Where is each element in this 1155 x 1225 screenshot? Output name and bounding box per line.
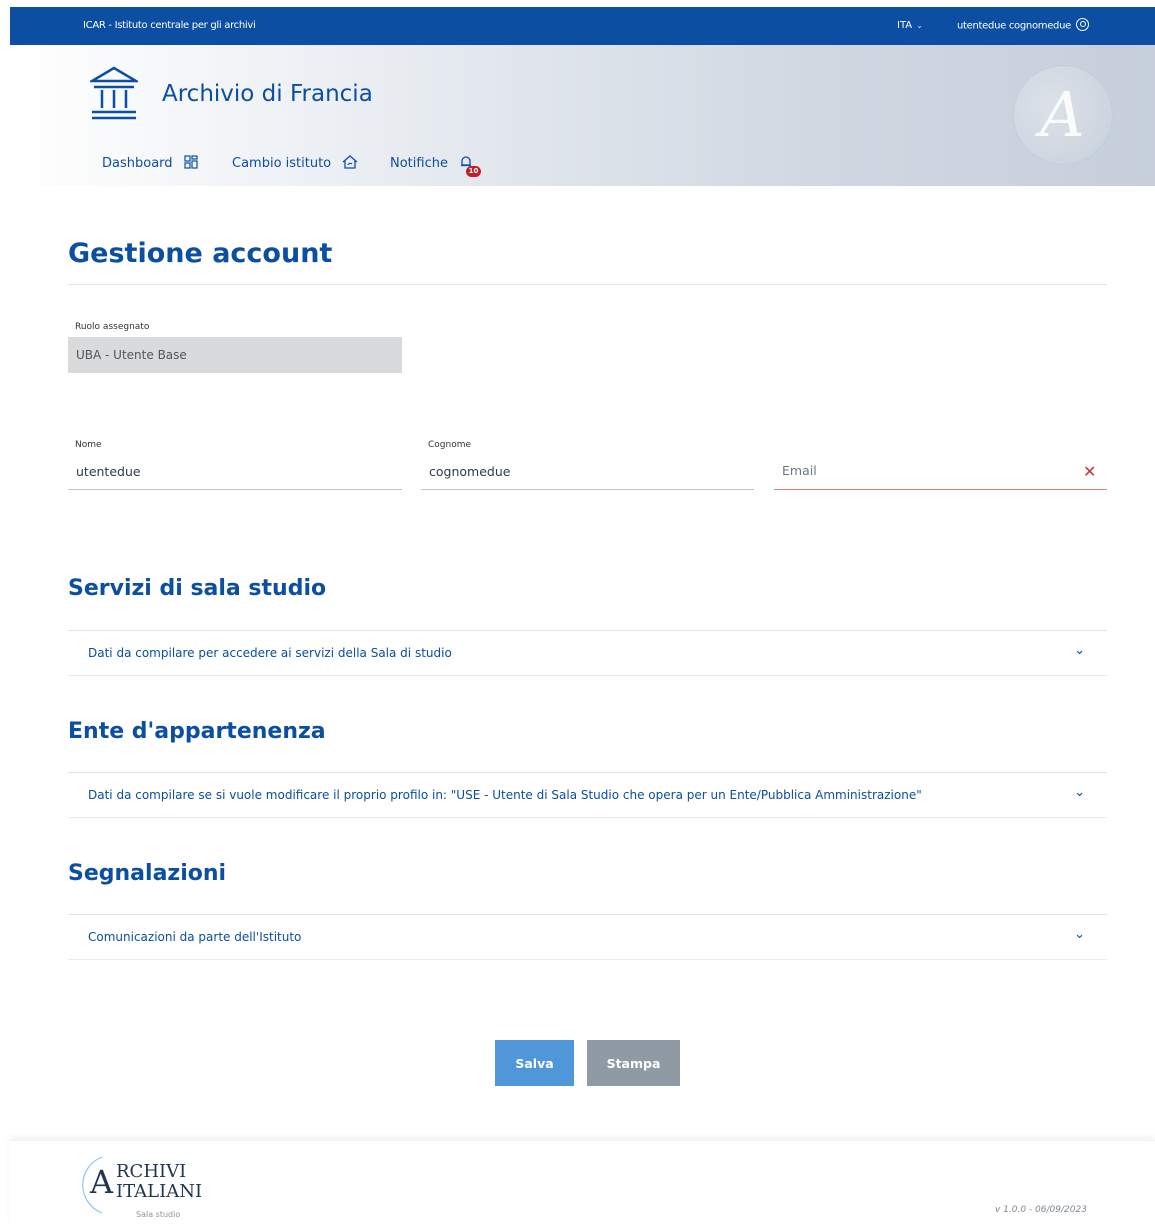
nav-cambio-label: Cambio istituto	[232, 156, 332, 171]
notification-count-badge: 10	[466, 166, 481, 177]
language-label: ITA	[897, 20, 913, 31]
role-label: Ruolo assegnato	[75, 322, 150, 332]
top-bar: ICAR - Istituto centrale per gli archivi…	[10, 7, 1155, 45]
accordion-segnalazioni-label: Comunicazioni da parte dell'Istituto	[88, 930, 302, 944]
user-name: utentedue cognomedue	[957, 20, 1071, 32]
email-input[interactable]: Email	[774, 461, 1107, 490]
accordion-segnalazioni[interactable]: Comunicazioni da parte dell'Istituto ⌄	[68, 914, 1107, 960]
language-selector[interactable]: ITA ⌄	[897, 20, 923, 31]
chevron-down-icon: ⌄	[1074, 927, 1085, 942]
cognome-value: cognomedue	[429, 464, 511, 479]
accordion-sala-studio[interactable]: Dati da compilare per accedere ai serviz…	[68, 630, 1107, 676]
section-title-ente: Ente d'appartenenza	[68, 719, 326, 744]
nav-dashboard-label: Dashboard	[102, 156, 173, 171]
logo-initial: A	[89, 1163, 114, 1201]
accordion-ente-label: Dati da compilare se si vuole modificare…	[88, 788, 922, 802]
logo-sub: Sala studio	[136, 1210, 180, 1219]
org-link[interactable]: ICAR - Istituto centrale per gli archivi	[83, 20, 256, 31]
clear-email-icon[interactable]: ✕	[1083, 462, 1096, 481]
archivio-monogram: A	[1013, 65, 1113, 165]
archivi-italiani-logo: A RCHIVI ITALIANI Sala studio	[82, 1156, 202, 1219]
site-header: Archivio di Francia A Dashboard Cambio i…	[10, 45, 1155, 186]
dashboard-icon	[184, 155, 198, 169]
accordion-ente[interactable]: Dati da compilare se si vuole modificare…	[68, 772, 1107, 818]
role-value: UBA - Utente Base	[76, 348, 187, 362]
monogram-letter: A	[1040, 78, 1085, 151]
nav-cambio-istituto[interactable]: Cambio istituto	[232, 155, 358, 171]
title-divider	[68, 284, 1107, 285]
chevron-down-icon: ⌄	[1074, 785, 1085, 800]
chevron-down-icon: ⌄	[1074, 643, 1085, 658]
institute-title: Archivio di Francia	[162, 81, 373, 107]
nome-label: Nome	[75, 440, 102, 450]
role-field: UBA - Utente Base	[68, 337, 402, 373]
page-title: Gestione account	[68, 238, 333, 269]
logo-line2: ITALIANI	[116, 1181, 202, 1202]
save-button[interactable]: Salva	[495, 1040, 574, 1086]
nav-notifiche-label: Notifiche	[390, 156, 448, 171]
site-footer: A RCHIVI ITALIANI Sala studio v 1.0.0 - …	[10, 1140, 1155, 1225]
user-icon	[1076, 18, 1089, 31]
nome-value: utentedue	[76, 464, 141, 479]
section-title-sala-studio: Servizi di sala studio	[68, 576, 327, 601]
nav-dashboard[interactable]: Dashboard	[102, 155, 198, 171]
cognome-label: Cognome	[428, 440, 472, 450]
print-button[interactable]: Stampa	[587, 1040, 680, 1086]
chevron-down-icon: ⌄	[916, 21, 923, 30]
accordion-sala-studio-label: Dati da compilare per accedere ai serviz…	[88, 646, 452, 660]
version-label: v 1.0.0 - 06/09/2023	[995, 1205, 1087, 1215]
home-switch-icon	[342, 155, 358, 169]
section-title-segnalazioni: Segnalazioni	[68, 861, 227, 886]
logo-line1: RCHIVI	[116, 1161, 186, 1182]
email-placeholder: Email	[782, 463, 817, 478]
nome-input[interactable]: utentedue	[68, 462, 402, 490]
nav-notifiche[interactable]: Notifiche 10	[390, 155, 481, 177]
user-menu[interactable]: utentedue cognomedue	[957, 18, 1089, 32]
institution-logo-icon	[90, 66, 138, 120]
cognome-input[interactable]: cognomedue	[421, 462, 754, 490]
